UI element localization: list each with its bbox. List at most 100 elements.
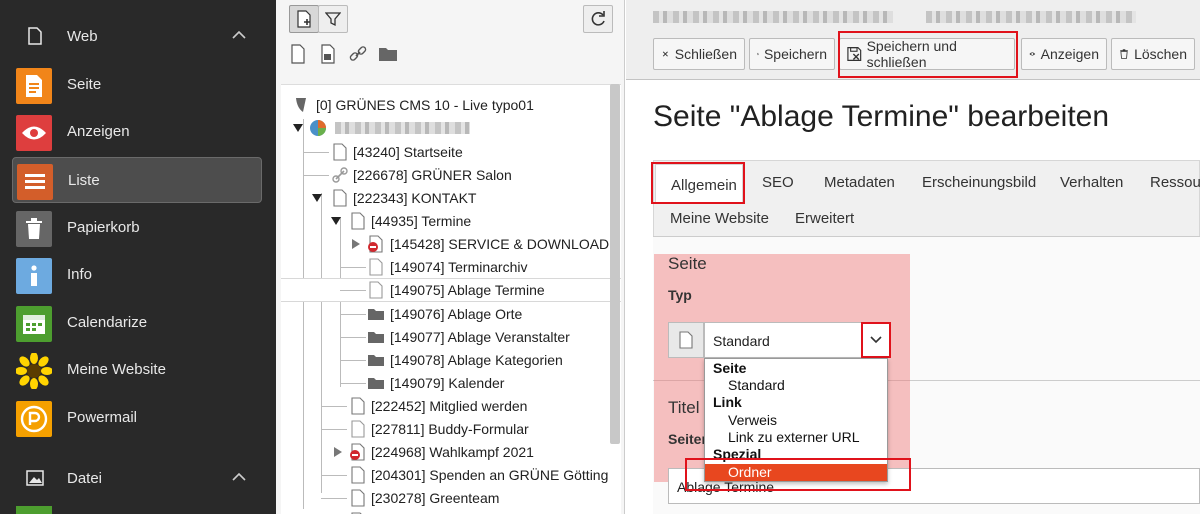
type-select[interactable]: Standard (668, 322, 890, 358)
module-item-calendarize[interactable]: Calendarize (12, 300, 262, 346)
section-seite-title: Seite (668, 254, 707, 273)
tab-erweitert[interactable]: Erweitert (795, 210, 854, 227)
tree-node[interactable]: [149079] Kalender (281, 372, 621, 394)
select-addon (668, 322, 704, 358)
tree-node-site-root[interactable] (281, 117, 621, 139)
tree-node[interactable]: [222343] KONTAKT (281, 187, 621, 209)
tree-node-root[interactable]: [0] GRÜNES CMS 10 - Live typo01 (281, 94, 621, 116)
section-titel-title: Titel (668, 398, 700, 417)
page-doctype-icon[interactable] (288, 44, 308, 64)
tree-node-label: [149077] Ablage Veranstalter (390, 329, 570, 345)
site-root-icon (310, 120, 326, 136)
option-external-url[interactable]: Link zu externer URL (705, 429, 887, 446)
collapse-triangle-icon (293, 124, 303, 132)
module-group-label: Web (67, 28, 98, 45)
tree-scrollbar[interactable] (610, 84, 620, 444)
option-ordner[interactable]: Ordner (705, 464, 887, 481)
close-icon (662, 51, 668, 57)
page-icon (333, 143, 347, 161)
folder-icon (368, 309, 384, 320)
save-close-icon (847, 47, 862, 61)
link-doctype-icon[interactable] (348, 44, 368, 64)
tab-metadaten[interactable]: Metadaten (824, 174, 895, 191)
module-item-meine-website[interactable]: Meine Website (12, 347, 262, 393)
option-standard[interactable]: Standard (705, 377, 887, 394)
page-icon (369, 281, 383, 299)
refresh-icon (591, 11, 605, 26)
eye-icon (1029, 52, 1036, 56)
tree-node[interactable]: [149078] Ablage Kategorien (281, 349, 621, 371)
new-page-toggle-button[interactable] (289, 5, 319, 33)
trash-icon (1120, 49, 1128, 59)
tab-erscheinungsbild[interactable]: Erscheinungsbild (922, 174, 1036, 191)
tree-node[interactable]: [204301] Spenden an GRÜNE Götting (281, 464, 621, 486)
sunflower-icon (16, 353, 52, 389)
view-button[interactable]: Anzeigen (1021, 38, 1107, 70)
filter-button[interactable] (318, 5, 348, 33)
redacted-path (926, 11, 1136, 23)
link-page-icon (332, 167, 348, 183)
module-item-info[interactable]: Info (12, 252, 262, 298)
module-group-datei[interactable]: Datei (0, 460, 276, 496)
module-item-label: Info (67, 266, 93, 283)
tab-verhalten[interactable]: Verhalten (1060, 174, 1123, 191)
info-module-icon (16, 258, 52, 294)
tree-node[interactable]: [226678] GRÜNER Salon (281, 164, 621, 186)
save-button[interactable]: Speichern (749, 38, 835, 70)
module-item-seite[interactable]: Seite (12, 62, 262, 108)
tree-node[interactable]: [145428] SERVICE & DOWNLOAD (281, 233, 621, 255)
chevron-up-icon (232, 472, 246, 481)
module-item-label: Anzeigen (67, 123, 130, 140)
tree-node-label: [222343] KONTAKT (353, 190, 477, 206)
folder-icon (368, 355, 384, 366)
edit-area: Schließen Speichern Speichern und schlie… (626, 0, 1200, 514)
module-group-web[interactable]: Web (0, 18, 276, 54)
module-item-papierkorb[interactable]: Papierkorb (12, 205, 262, 251)
tree-node-selected[interactable]: [149075] Ablage Termine (281, 278, 621, 302)
tab-ressourcen[interactable]: Ressou (1150, 174, 1200, 191)
form-tabs: Allgemein SEO Metadaten Erscheinungsbild… (653, 160, 1200, 236)
tree-node[interactable]: [224968] Wahlkampf 2021 (281, 441, 621, 463)
tree-node[interactable]: [43240] Startseite (281, 141, 621, 163)
tree-node[interactable]: [149074] Terminarchiv (281, 256, 621, 278)
module-item-liste[interactable]: Liste (12, 157, 262, 203)
select-caret[interactable] (863, 323, 889, 357)
option-verweis[interactable]: Verweis (705, 412, 887, 429)
delete-button[interactable]: Löschen (1111, 38, 1195, 70)
close-button-label: Schließen (674, 46, 737, 62)
page-icon (369, 258, 383, 276)
tree-node[interactable]: [227811] Buddy-Formular (281, 418, 621, 440)
page-icon (351, 466, 365, 484)
tree-node[interactable]: [149077] Ablage Veranstalter (281, 326, 621, 348)
document-icon (28, 27, 42, 45)
page-title: Seite "Ablage Termine" bearbeiten (653, 100, 1110, 133)
tab-allgemein[interactable]: Allgemein (655, 164, 743, 204)
tab-seo[interactable]: SEO (762, 174, 794, 191)
close-button[interactable]: Schließen (653, 38, 745, 70)
refresh-tree-button[interactable] (583, 5, 613, 33)
eye-module-icon (16, 115, 52, 151)
tree-node[interactable]: [44935] Termine (281, 210, 621, 232)
calendar-module-icon (16, 306, 52, 342)
module-item-anzeigen[interactable]: Anzeigen (12, 109, 262, 155)
folder-icon (368, 378, 384, 389)
tree-node-label: [227811] Buddy-Formular (371, 421, 529, 437)
tree-node-label: [222452] Mitglied werden (371, 398, 528, 414)
tree-node[interactable]: [149076] Ablage Orte (281, 303, 621, 325)
save-and-close-button[interactable]: Speichern und schließen (839, 38, 1015, 70)
type-field-label: Typ (668, 287, 692, 303)
module-item-powermail[interactable]: Powermail (12, 395, 262, 441)
tree-node-label: [230278] Greenteam (371, 490, 500, 506)
tree-node-label: [224968] Wahlkampf 2021 (371, 444, 534, 460)
module-item-label: Liste (68, 172, 100, 189)
shortcut-doctype-icon[interactable] (318, 44, 338, 64)
view-button-label: Anzeigen (1040, 46, 1099, 62)
tree-node-partial[interactable] (281, 510, 621, 514)
folder-doctype-icon[interactable] (378, 44, 398, 64)
tab-meine-website[interactable]: Meine Website (670, 210, 769, 227)
tree-node[interactable]: [222452] Mitglied werden (281, 395, 621, 417)
tree-node[interactable]: [230278] Greenteam (281, 487, 621, 509)
page-tree-panel: [0] GRÜNES CMS 10 - Live typo01 [43240] … (276, 0, 625, 514)
module-item-label: Powermail (67, 409, 138, 426)
collapse-triangle-icon (331, 217, 341, 225)
